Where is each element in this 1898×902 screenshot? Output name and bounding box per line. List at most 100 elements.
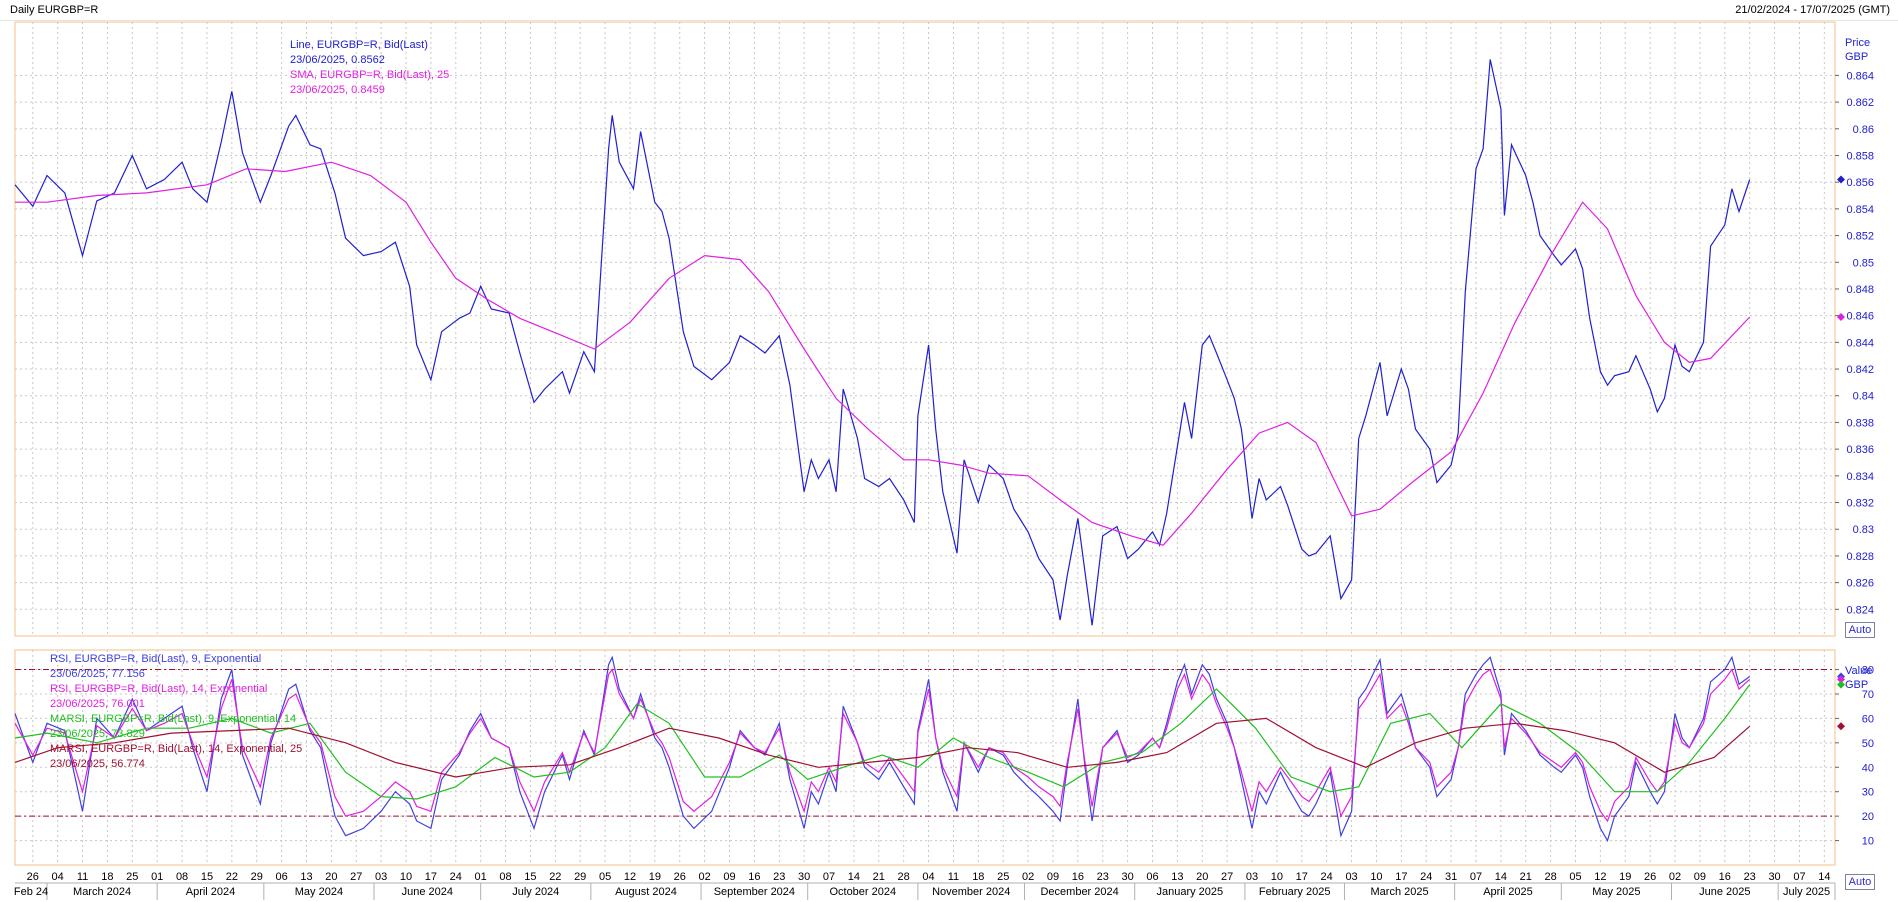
x-tick-label: 19 bbox=[1619, 871, 1631, 883]
x-tick-label: 04 bbox=[922, 871, 934, 883]
x-tick-label: 16 bbox=[1719, 871, 1731, 883]
x-tick-label: 09 bbox=[723, 871, 735, 883]
x-tick-label: 14 bbox=[1818, 871, 1830, 883]
price-y-tick-label: 0.862 bbox=[1846, 97, 1874, 109]
price-y-tick-label: 0.836 bbox=[1846, 444, 1874, 456]
price-y-tick-label: 0.834 bbox=[1846, 471, 1874, 483]
x-tick-label: 30 bbox=[798, 871, 810, 883]
x-tick-label: 20 bbox=[325, 871, 337, 883]
indicator-y-tick-label: 40 bbox=[1862, 762, 1874, 774]
x-tick-label: 03 bbox=[1345, 871, 1357, 883]
x-tick-label: 01 bbox=[151, 871, 163, 883]
x-tick-label: 28 bbox=[1545, 871, 1557, 883]
x-tick-label: 29 bbox=[251, 871, 263, 883]
x-tick-label: 22 bbox=[549, 871, 561, 883]
x-tick-label: 31 bbox=[1445, 871, 1457, 883]
x-tick-label: 09 bbox=[1047, 871, 1059, 883]
x-tick-label: 15 bbox=[524, 871, 536, 883]
month-label: December 2024 bbox=[1040, 886, 1118, 898]
x-tick-label: 05 bbox=[1569, 871, 1581, 883]
month-label: April 2024 bbox=[186, 886, 236, 898]
x-tick-label: 22 bbox=[226, 871, 238, 883]
x-tick-label: 05 bbox=[599, 871, 611, 883]
x-tick-label: 04 bbox=[52, 871, 64, 883]
price-y-tick-label: 0.864 bbox=[1846, 70, 1874, 82]
price-y-tick-label: 0.85 bbox=[1853, 257, 1874, 269]
x-tick-label: 10 bbox=[400, 871, 412, 883]
month-label: Feb 24 bbox=[14, 886, 48, 898]
x-tick-label: 06 bbox=[1146, 871, 1158, 883]
month-label: September 2024 bbox=[714, 886, 795, 898]
x-tick-label: 14 bbox=[848, 871, 860, 883]
legend-series-value: 23/06/2025, 73.829 bbox=[50, 728, 145, 740]
legend-series-value: 23/06/2025, 0.8562 bbox=[290, 54, 385, 66]
auto-scale-button-indicators[interactable]: Auto bbox=[1845, 874, 1875, 890]
x-tick-label: 11 bbox=[77, 871, 88, 883]
x-tick-label: 29 bbox=[574, 871, 586, 883]
month-label: March 2025 bbox=[1371, 886, 1429, 898]
last-value-marker bbox=[1837, 722, 1845, 731]
auto-scale-button-price[interactable]: Auto bbox=[1845, 622, 1875, 638]
x-tick-label: 26 bbox=[674, 871, 686, 883]
x-tick-label: 24 bbox=[450, 871, 462, 883]
x-tick-label: 20 bbox=[1196, 871, 1208, 883]
month-label: November 2024 bbox=[932, 886, 1010, 898]
price-y-tick-label: 0.83 bbox=[1853, 524, 1874, 536]
price-y-tick-label: 0.846 bbox=[1846, 311, 1874, 323]
x-tick-label: 25 bbox=[126, 871, 138, 883]
x-tick-label: 02 bbox=[698, 871, 710, 883]
chart-canvas[interactable]: 26 04 11 18 25 01 08 15 22 29 06 13 20 27 03 10 17 24 01 08… bbox=[0, 0, 1898, 902]
indicator-y-tick-label: 30 bbox=[1862, 787, 1874, 799]
month-label: May 2025 bbox=[1592, 886, 1640, 898]
price-y-tick-label: 0.842 bbox=[1846, 364, 1874, 376]
legend-series-label: RSI, EURGBP=R, Bid(Last), 14, Exponentia… bbox=[50, 683, 267, 695]
price-y-tick-label: 0.848 bbox=[1846, 284, 1874, 296]
x-tick-label: 19 bbox=[649, 871, 661, 883]
x-tick-label: 30 bbox=[1768, 871, 1780, 883]
x-tick-label: 16 bbox=[748, 871, 760, 883]
x-tick-label: 08 bbox=[176, 871, 188, 883]
legend-series-label: Line, EURGBP=R, Bid(Last) bbox=[290, 39, 428, 51]
x-tick-label: 11 bbox=[948, 871, 959, 883]
x-tick-label: 03 bbox=[1246, 871, 1258, 883]
price-y-tick-label: 0.84 bbox=[1853, 391, 1874, 403]
indicator-axis-unit: GBP bbox=[1845, 679, 1868, 691]
legend-series-label: SMA, EURGBP=R, Bid(Last), 25 bbox=[290, 69, 449, 81]
month-label: June 2025 bbox=[1699, 886, 1750, 898]
month-label: June 2024 bbox=[402, 886, 453, 898]
legend-series-label: MARSI, EURGBP=R, Bid(Last), 9, Exponenti… bbox=[50, 713, 296, 725]
x-tick-label: 23 bbox=[1744, 871, 1756, 883]
indicator-y-tick-label: 50 bbox=[1862, 738, 1874, 750]
month-label: February 2025 bbox=[1259, 886, 1331, 898]
price-y-tick-label: 0.856 bbox=[1846, 177, 1874, 189]
legend-series-value: 23/06/2025, 0.8459 bbox=[290, 84, 385, 96]
x-tick-label: 03 bbox=[375, 871, 387, 883]
month-label: August 2024 bbox=[615, 886, 677, 898]
last-value-marker bbox=[1837, 312, 1845, 321]
indicator-y-tick-label: 10 bbox=[1862, 836, 1874, 848]
price-y-tick-label: 0.832 bbox=[1846, 498, 1874, 510]
price-y-tick-label: 0.854 bbox=[1846, 204, 1874, 216]
indicator-axis-title: Value bbox=[1845, 665, 1872, 677]
month-label: April 2025 bbox=[1483, 886, 1533, 898]
x-tick-label: 27 bbox=[350, 871, 362, 883]
x-tick-label: 02 bbox=[1669, 871, 1681, 883]
price-y-tick-label: 0.824 bbox=[1846, 604, 1874, 616]
x-tick-label: 07 bbox=[1793, 871, 1805, 883]
x-tick-label: 09 bbox=[1694, 871, 1706, 883]
price-y-tick-label: 0.828 bbox=[1846, 551, 1874, 563]
month-label: October 2024 bbox=[829, 886, 896, 898]
x-tick-label: 17 bbox=[1296, 871, 1308, 883]
price-axis-unit: GBP bbox=[1845, 51, 1868, 63]
x-tick-label: 26 bbox=[1644, 871, 1656, 883]
price-panel-frame bbox=[14, 21, 1836, 637]
x-tick-label: 01 bbox=[475, 871, 487, 883]
x-tick-label: 17 bbox=[1395, 871, 1407, 883]
x-tick-label: 12 bbox=[1594, 871, 1606, 883]
price-y-tick-label: 0.844 bbox=[1846, 337, 1874, 349]
x-tick-label: 18 bbox=[101, 871, 113, 883]
month-label: May 2024 bbox=[295, 886, 343, 898]
x-tick-label: 02 bbox=[1022, 871, 1034, 883]
legend-series-value: 23/06/2025, 76.001 bbox=[50, 698, 145, 710]
price-y-tick-label: 0.838 bbox=[1846, 417, 1874, 429]
